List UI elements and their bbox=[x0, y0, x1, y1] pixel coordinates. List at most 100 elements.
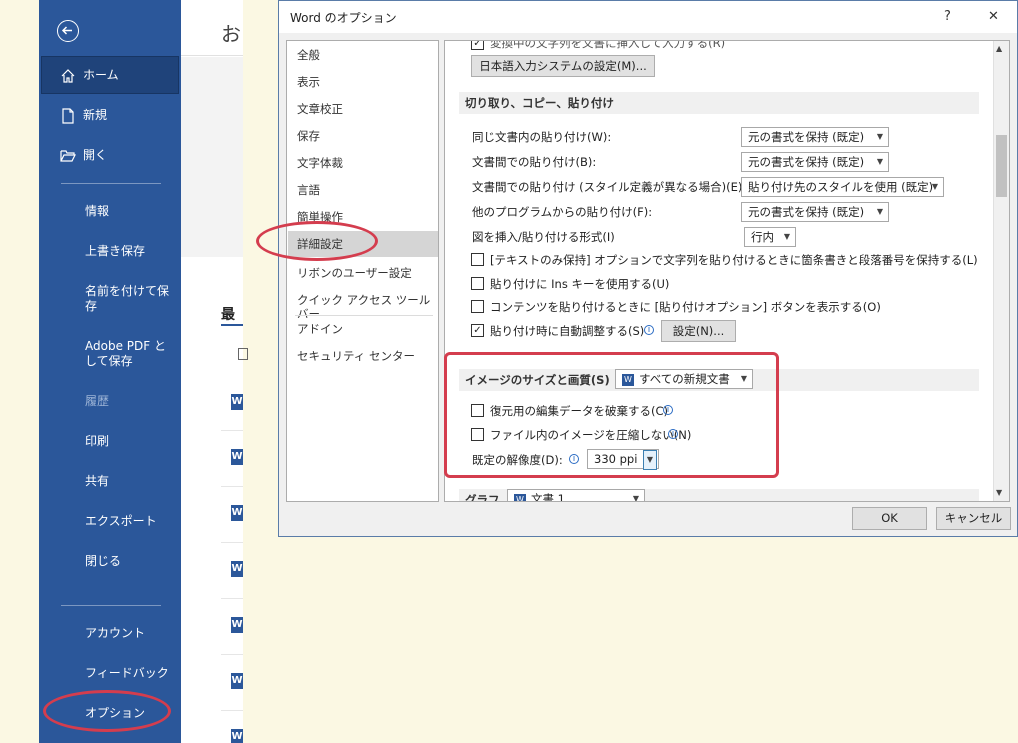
dialog-titlebar: Word のオプション ? ✕ bbox=[279, 1, 1017, 33]
dialog-title: Word のオプション bbox=[290, 11, 397, 25]
nav-item-addins[interactable]: アドイン bbox=[297, 322, 343, 336]
list-divider bbox=[221, 542, 243, 543]
scroll-thumb[interactable] bbox=[996, 135, 1007, 197]
info-icon: i bbox=[644, 325, 654, 335]
paste-between-docs-label: 文書間での貼り付け(B): bbox=[472, 155, 597, 169]
nav-item-typography[interactable]: 文字体裁 bbox=[297, 156, 343, 170]
paste-style-conflict-dropdown[interactable]: 貼り付け先のスタイルを使用 (既定) ▼ bbox=[741, 177, 944, 197]
nav-item-display[interactable]: 表示 bbox=[297, 75, 320, 89]
chevron-down-icon: ▼ bbox=[931, 182, 938, 191]
page-title: お bbox=[221, 22, 241, 46]
chevron-down-icon: ▼ bbox=[783, 232, 790, 241]
cutpaste-section-header: 切り取り、コピー、貼り付け bbox=[459, 92, 979, 114]
sidebar-divider bbox=[61, 183, 161, 184]
word-doc-icon[interactable]: W bbox=[231, 617, 243, 633]
dropdown-value: 貼り付け先のスタイルを使用 (既定) bbox=[748, 180, 934, 194]
smart-cut-paste-label: 貼り付け時に自動調整する(S) bbox=[490, 324, 645, 338]
dropdown-value: 元の書式を保持 (既定) bbox=[748, 155, 865, 169]
insert-picture-as-dropdown[interactable]: 行内 ▼ bbox=[744, 227, 796, 247]
advanced-annotation-ellipse bbox=[256, 221, 378, 261]
sidebar-item-feedback[interactable]: フィードバック bbox=[85, 666, 175, 681]
word-doc-icon[interactable]: W bbox=[231, 449, 243, 465]
sidebar-item-export[interactable]: エクスポート bbox=[85, 514, 175, 529]
word-doc-icon[interactable]: W bbox=[231, 561, 243, 577]
backstage-main: お 最 W W W W W W W bbox=[181, 0, 248, 743]
list-divider bbox=[221, 430, 243, 431]
sidebar-divider bbox=[61, 605, 161, 606]
sidebar-item-adobe-pdf[interactable]: Adobe PDF として保存 bbox=[85, 339, 177, 369]
backstage-sidebar: ホーム 新規 開く 情報 上書き保存 名前を付けて保存 Adobe PDF とし… bbox=[39, 0, 181, 743]
sidebar-item-print[interactable]: 印刷 bbox=[85, 434, 175, 449]
word-doc-icon[interactable]: W bbox=[231, 505, 243, 521]
close-button[interactable]: ✕ bbox=[988, 9, 999, 24]
scroll-up-icon[interactable]: ▲ bbox=[996, 44, 1002, 53]
paste-style-conflict-label: 文書間での貼り付け (スタイル定義が異なる場合)(E): bbox=[472, 180, 747, 194]
options-nav: 全般 表示 文章校正 保存 文字体裁 言語 簡単操作 詳細設定 リボンのユーザー… bbox=[286, 40, 439, 502]
paste-within-doc-label: 同じ文書内の貼り付け(W): bbox=[472, 130, 612, 144]
ime-settings-button[interactable]: 日本語入力システムの設定(M)... bbox=[471, 55, 655, 77]
sidebar-item-saveas[interactable]: 名前を付けて保存 bbox=[85, 284, 175, 314]
ok-button[interactable]: OK bbox=[852, 507, 927, 530]
sidebar-item-save[interactable]: 上書き保存 bbox=[85, 244, 175, 259]
paste-other-programs-label: 他のプログラムからの貼り付け(F): bbox=[472, 205, 653, 219]
nav-item-quick-access[interactable]: クイック アクセス ツール バー bbox=[297, 293, 438, 321]
sidebar-item-account[interactable]: アカウント bbox=[85, 626, 175, 641]
nav-item-customize-ribbon[interactable]: リボンのユーザー設定 bbox=[297, 266, 412, 280]
keep-bullets-label: [テキストのみ保持] オプションで文字列を貼り付けるときに箇条書きと段落番号を保… bbox=[490, 253, 978, 267]
word-doc-icon: W bbox=[514, 493, 526, 501]
list-divider bbox=[221, 598, 243, 599]
sidebar-item-label: 新規 bbox=[83, 108, 108, 122]
paste-within-doc-dropdown[interactable]: 元の書式を保持 (既定) ▼ bbox=[741, 127, 889, 147]
show-paste-options-checkbox[interactable] bbox=[471, 300, 484, 313]
content-scrollbar[interactable]: ▲ ▼ bbox=[993, 41, 1009, 501]
use-ins-key-label: 貼り付けに Ins キーを使用する(U) bbox=[490, 277, 670, 291]
home-icon bbox=[60, 68, 76, 84]
ime-insert-label: 変換中の文字列を文書に挿入して入力する(R) bbox=[490, 40, 726, 50]
chevron-down-icon: ▼ bbox=[876, 132, 883, 141]
smart-paste-settings-button[interactable]: 設定(N)... bbox=[661, 320, 736, 342]
keep-bullets-checkbox[interactable] bbox=[471, 253, 484, 266]
smart-cut-paste-checkbox[interactable]: ✓ bbox=[471, 324, 484, 337]
paste-between-docs-dropdown[interactable]: 元の書式を保持 (既定) ▼ bbox=[741, 152, 889, 172]
sidebar-item-history: 履歴 bbox=[85, 394, 110, 408]
insert-picture-as-label: 図を挿入/貼り付ける形式(I) bbox=[472, 230, 615, 244]
sidebar-item-close[interactable]: 閉じる bbox=[85, 554, 175, 569]
cancel-button[interactable]: キャンセル bbox=[936, 507, 1011, 530]
word-doc-icon[interactable]: W bbox=[231, 673, 243, 689]
nav-item-language[interactable]: 言語 bbox=[297, 183, 320, 197]
sidebar-item-label: ホーム bbox=[83, 68, 119, 82]
chevron-down-icon: ▼ bbox=[632, 494, 639, 502]
scroll-down-icon[interactable]: ▼ bbox=[996, 488, 1002, 497]
nav-item-proofing[interactable]: 文章校正 bbox=[297, 102, 343, 116]
nav-item-trust-center[interactable]: セキュリティ センター bbox=[297, 349, 415, 363]
options-annotation-ellipse bbox=[43, 690, 171, 732]
show-paste-options-label: コンテンツを貼り付けるときに [貼り付けオプション] ボタンを表示する(O) bbox=[490, 300, 881, 314]
new-doc-icon bbox=[60, 108, 76, 124]
recent-tab[interactable]: 最 bbox=[221, 304, 235, 324]
use-ins-key-checkbox[interactable] bbox=[471, 277, 484, 290]
list-divider bbox=[221, 486, 243, 487]
chevron-down-icon: ▼ bbox=[876, 157, 883, 166]
sidebar-item-share[interactable]: 共有 bbox=[85, 474, 175, 489]
template-strip bbox=[181, 57, 243, 257]
paste-other-programs-dropdown[interactable]: 元の書式を保持 (既定) ▼ bbox=[741, 202, 889, 222]
chevron-down-icon: ▼ bbox=[876, 207, 883, 216]
chart-doc-dropdown[interactable]: W 文書 1 ▼ bbox=[507, 489, 645, 502]
list-header-checkbox[interactable] bbox=[238, 348, 248, 360]
list-divider bbox=[221, 654, 243, 655]
dropdown-value: 元の書式を保持 (既定) bbox=[748, 205, 865, 219]
nav-item-save[interactable]: 保存 bbox=[297, 129, 320, 143]
back-arrow-icon[interactable] bbox=[57, 20, 79, 42]
sidebar-item-label: 開く bbox=[83, 148, 108, 162]
word-doc-icon[interactable]: W bbox=[231, 729, 243, 743]
recent-tab-underline bbox=[221, 324, 243, 326]
image-section-annotation-rect bbox=[444, 352, 779, 478]
sidebar-item-info[interactable]: 情報 bbox=[85, 204, 175, 219]
help-button[interactable]: ? bbox=[944, 9, 951, 24]
word-doc-icon[interactable]: W bbox=[231, 394, 243, 410]
ime-insert-checkbox[interactable]: ✓ bbox=[471, 41, 484, 50]
nav-item-general[interactable]: 全般 bbox=[297, 48, 320, 62]
dropdown-value: 元の書式を保持 (既定) bbox=[748, 130, 865, 144]
list-divider bbox=[221, 710, 243, 711]
nav-divider bbox=[295, 315, 433, 316]
